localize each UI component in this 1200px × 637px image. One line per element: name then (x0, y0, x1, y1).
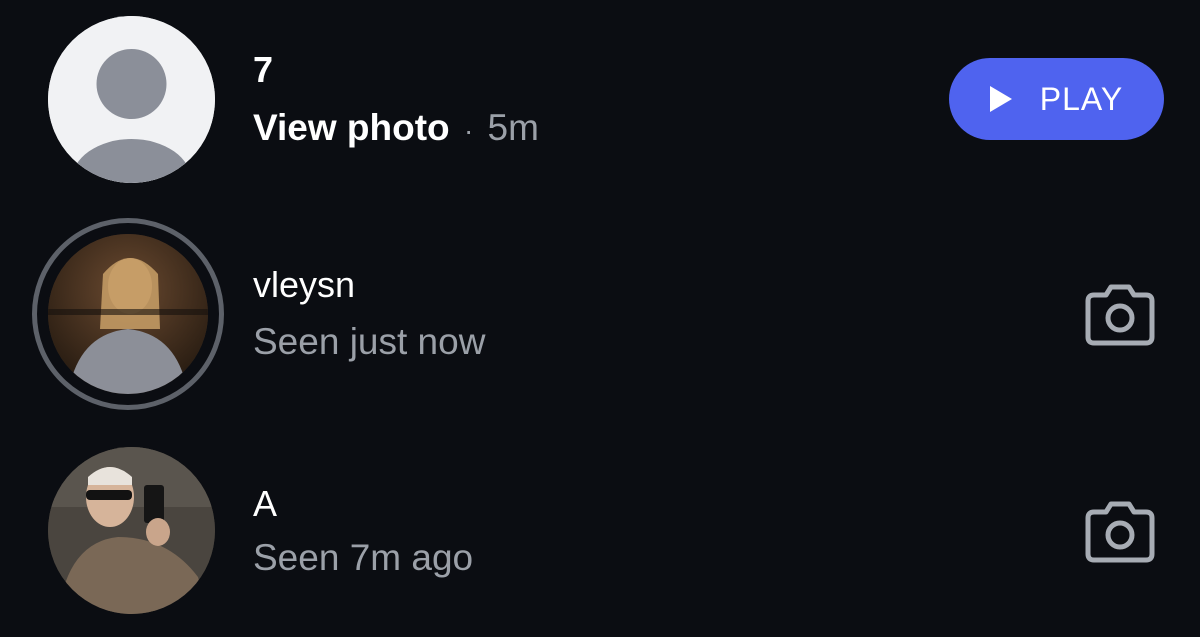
avatar[interactable] (48, 16, 215, 183)
play-button-label: PLAY (1039, 80, 1124, 117)
sender-name: A (253, 483, 278, 524)
message-list: 7 View photo · 5m PLAY vleysn Seen just … (0, 0, 1200, 637)
message-subtitle: View photo · 5m (253, 107, 539, 152)
camera-button[interactable] (1084, 500, 1156, 564)
play-button[interactable]: PLAY (949, 58, 1164, 140)
avatar[interactable] (48, 234, 208, 394)
sender-name: 7 (253, 49, 274, 90)
user-photo (48, 234, 208, 394)
list-item[interactable]: A Seen 7m ago (0, 430, 1200, 630)
avatar[interactable] (48, 447, 215, 614)
default-person-icon (48, 16, 215, 183)
view-photo-label: View photo (253, 107, 450, 148)
seen-status: Seen just now (253, 321, 486, 362)
seen-status: Seen 7m ago (253, 537, 474, 578)
camera-icon (1085, 501, 1155, 563)
play-icon (989, 86, 1012, 112)
list-item[interactable]: 7 View photo · 5m PLAY (0, 0, 1200, 200)
list-item[interactable]: vleysn Seen just now (0, 213, 1200, 413)
camera-icon (1085, 284, 1155, 346)
timestamp: 5m (487, 107, 539, 148)
sender-name: vleysn (253, 264, 356, 305)
user-photo (48, 447, 215, 614)
separator-dot: · (463, 115, 474, 146)
camera-button[interactable] (1084, 283, 1156, 347)
